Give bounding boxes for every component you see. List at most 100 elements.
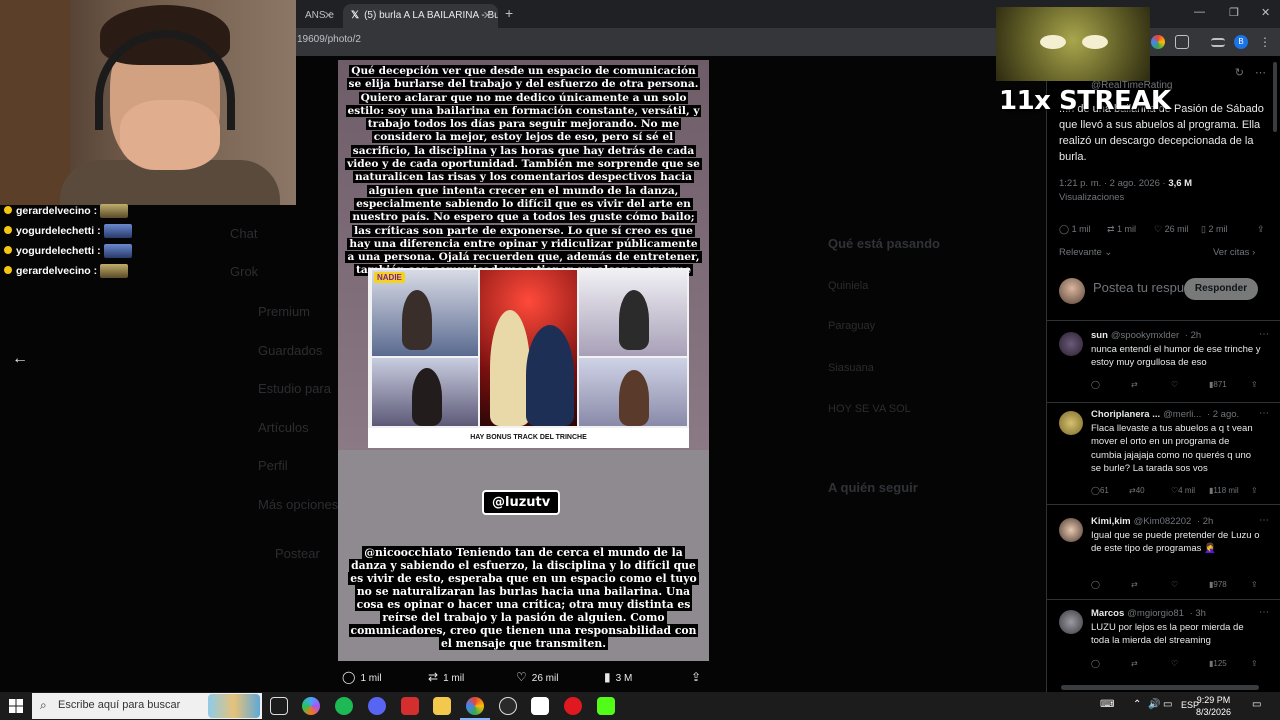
copilot-icon[interactable] xyxy=(302,697,320,715)
collage-panel xyxy=(372,358,478,426)
repost-icon[interactable]: ⇄ xyxy=(1131,380,1138,389)
post-repost-stat[interactable]: ⇄ 1 mil xyxy=(1107,224,1136,235)
more-icon[interactable]: ⋯ xyxy=(1259,607,1269,618)
puzzle-icon[interactable] xyxy=(1175,35,1189,49)
reply-text: LUZU por lejos es la peor mierda de toda… xyxy=(1091,622,1244,647)
share-icon[interactable]: ⇪ xyxy=(1257,224,1265,235)
discord-icon[interactable] xyxy=(368,697,386,715)
nav-profile[interactable]: Perfil xyxy=(258,458,288,473)
reply-text: Igual que se puede pretender de Luzu o d… xyxy=(1091,530,1260,555)
reply-icon[interactable]: ◯ xyxy=(1091,380,1100,389)
post-like-stat[interactable]: ♡ 26 mil xyxy=(1154,224,1189,235)
reply-author[interactable]: Marcos xyxy=(1091,608,1124,619)
share-icon[interactable]: ⇪ xyxy=(1251,580,1258,589)
reply-handle[interactable]: @Kim082202 xyxy=(1134,516,1192,527)
notifications-icon[interactable]: ▭ xyxy=(1252,699,1261,710)
share-button[interactable]: ⇪ xyxy=(691,670,706,684)
repost-button[interactable]: ⇄ 1 mil xyxy=(428,670,464,684)
sort-dropdown[interactable]: Relevante ⌄ xyxy=(1059,245,1112,261)
vertical-scrollbar[interactable] xyxy=(1273,62,1277,132)
app-icon[interactable] xyxy=(531,697,549,715)
views-stat[interactable]: ▮ 125 xyxy=(1209,659,1227,668)
view-quotes-link[interactable]: Ver citas › xyxy=(1213,245,1255,261)
reply-author[interactable]: Kimi,kim xyxy=(1091,516,1131,527)
more-icon[interactable]: ⋯ xyxy=(1255,66,1266,79)
task-view-icon[interactable] xyxy=(270,697,288,715)
reply-author[interactable]: Choriplanera ... xyxy=(1091,409,1160,420)
restore-icon[interactable]: ❐ xyxy=(1229,6,1239,19)
app-icon[interactable] xyxy=(499,697,517,715)
like-stat[interactable]: ♡ 4 mil xyxy=(1171,486,1195,495)
nav-more[interactable]: Más opciones xyxy=(258,497,338,512)
extension-icon[interactable] xyxy=(1151,35,1165,49)
nav-articles[interactable]: Artículos xyxy=(258,420,309,435)
views-stat[interactable]: ▮ 118 mil xyxy=(1209,486,1239,495)
keyboard-icon[interactable]: ⌨ xyxy=(1100,699,1114,710)
nav-chat[interactable]: Chat xyxy=(230,226,257,241)
trend-item[interactable]: Siasuana xyxy=(828,362,874,374)
clock[interactable]: 9:29 PM 8/3/2026 xyxy=(1196,694,1231,718)
post-bookmark-stat[interactable]: ▯ 2 mil xyxy=(1201,224,1227,235)
url-text[interactable]: 19609/photo/2 xyxy=(297,34,361,45)
reply-handle[interactable]: @mgiorgio81 xyxy=(1127,608,1184,619)
more-icon[interactable]: ⋯ xyxy=(1259,408,1269,419)
reply-handle[interactable]: @merli... xyxy=(1163,409,1201,420)
repost-stat[interactable]: ⇄ 40 xyxy=(1129,486,1145,495)
chevron-up-icon[interactable]: ⌃ xyxy=(1133,699,1141,710)
more-icon[interactable]: ⋯ xyxy=(1259,329,1269,340)
menu-kebab-icon[interactable]: ⋮ xyxy=(1258,35,1272,49)
close-icon[interactable]: ✕ xyxy=(483,9,492,22)
network-icon[interactable]: ▭ xyxy=(1163,699,1172,710)
nav-studio[interactable]: Estudio para xyxy=(258,381,331,396)
windows-icon[interactable] xyxy=(9,699,23,713)
minimize-icon[interactable]: — xyxy=(1194,6,1205,18)
spotify-icon[interactable] xyxy=(335,697,353,715)
nav-grok[interactable]: Grok xyxy=(230,264,258,279)
close-icon[interactable]: ✕ xyxy=(324,9,333,22)
profile-avatar[interactable]: B xyxy=(1234,35,1248,49)
tab-active[interactable]: 𝕏 (5) burla A LA BAILARINA - Bus ✕ xyxy=(343,4,498,28)
post-media[interactable]: Qué decepción ver que desde un espacio d… xyxy=(338,60,709,661)
reply-stat[interactable]: ◯ 61 xyxy=(1091,486,1109,495)
post-reply-stat[interactable]: ◯ 1 mil xyxy=(1059,224,1091,235)
trend-item[interactable]: Paraguay xyxy=(828,320,875,332)
reply-button[interactable]: ◯ 1 mil xyxy=(342,670,382,684)
opera-icon[interactable] xyxy=(564,697,582,715)
taskbar-search[interactable]: ⌕ Escribe aquí para buscar xyxy=(32,693,262,719)
new-tab-button[interactable]: + xyxy=(505,5,513,21)
trend-item[interactable]: Quiniela xyxy=(828,280,868,292)
post-button[interactable]: Postear xyxy=(275,546,320,561)
like-icon[interactable]: ♡ xyxy=(1171,659,1178,668)
horizontal-scrollbar[interactable] xyxy=(1061,685,1259,690)
repost-icon[interactable]: ⇄ xyxy=(1131,580,1138,589)
share-icon[interactable]: ⇪ xyxy=(1251,380,1258,389)
tab-previous[interactable]: ANS e ✕ xyxy=(297,4,339,28)
share-icon[interactable]: ⇪ xyxy=(1251,659,1258,668)
reply-icon[interactable]: ◯ xyxy=(1091,580,1100,589)
views-stat[interactable]: ▮ 871 xyxy=(1209,380,1227,389)
chrome-icon[interactable] xyxy=(466,697,484,715)
like-icon[interactable]: ♡ xyxy=(1171,380,1178,389)
nav-bookmarks[interactable]: Guardados xyxy=(258,343,322,358)
trend-item[interactable]: HOY SE VA SOL xyxy=(828,403,911,415)
like-button[interactable]: ♡ 26 mil xyxy=(516,670,558,684)
reply-icon[interactable]: ◯ xyxy=(1091,659,1100,668)
views-stat[interactable]: ▮ 978 xyxy=(1209,580,1227,589)
grok-icon[interactable]: ↻ xyxy=(1235,66,1244,79)
more-icon[interactable]: ⋯ xyxy=(1259,515,1269,526)
volume-icon[interactable]: 🔊 xyxy=(1148,699,1160,710)
reply-submit-button[interactable]: Responder xyxy=(1184,278,1258,300)
app-icon[interactable] xyxy=(401,697,419,715)
kick-icon[interactable] xyxy=(597,697,615,715)
share-icon[interactable]: ⇪ xyxy=(1251,486,1258,495)
repost-icon[interactable]: ⇄ xyxy=(1131,659,1138,668)
reply-author[interactable]: sun xyxy=(1091,330,1108,341)
like-icon[interactable]: ♡ xyxy=(1171,580,1178,589)
reply-handle[interactable]: @spookymxlder xyxy=(1111,330,1179,341)
tab-list-icon[interactable] xyxy=(1211,38,1225,47)
close-window-icon[interactable]: ✕ xyxy=(1261,6,1270,19)
back-arrow-icon[interactable]: ← xyxy=(12,350,28,368)
nav-premium[interactable]: Premium xyxy=(258,304,310,319)
file-explorer-icon[interactable] xyxy=(433,697,451,715)
views-button[interactable]: ▮ 3 M xyxy=(604,670,632,684)
